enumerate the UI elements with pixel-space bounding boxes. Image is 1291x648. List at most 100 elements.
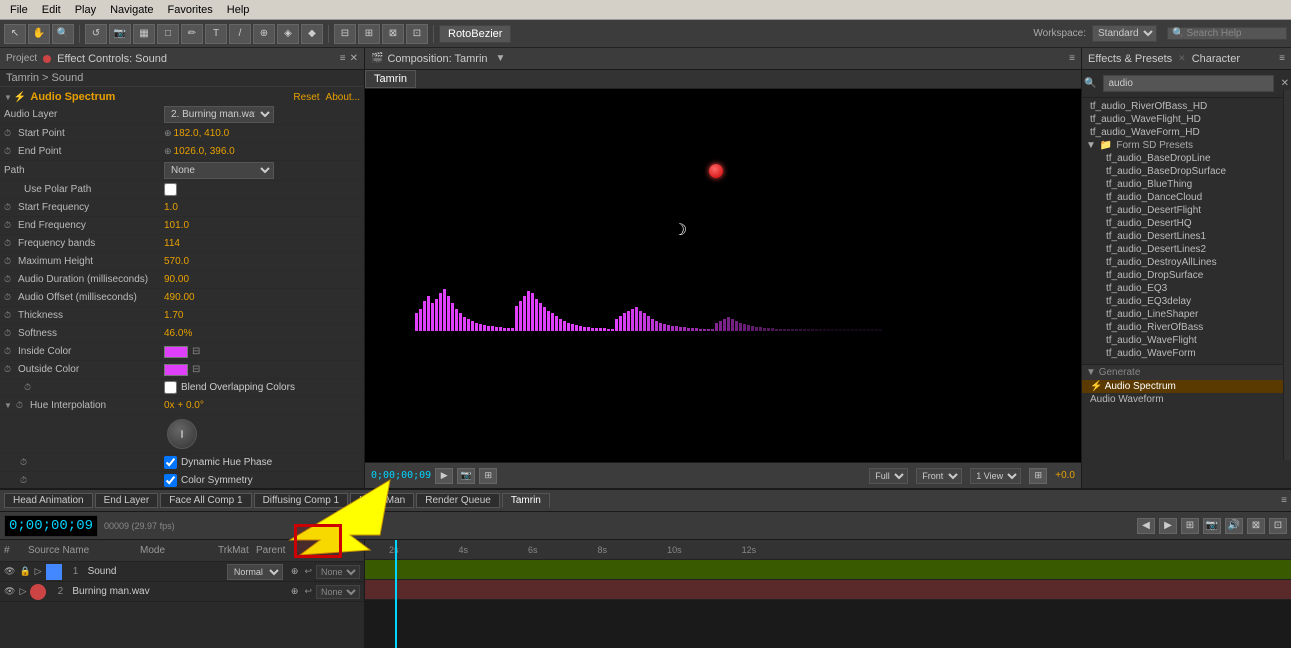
tree-item-5[interactable]: tf_audio_BaseDropSurface — [1082, 165, 1291, 178]
effect-controls-content[interactable]: ▼ ⚡ Audio Spectrum Reset About... Audio … — [0, 87, 364, 488]
tab-head-animation[interactable]: Head Animation — [4, 493, 93, 508]
timeline-play-btn[interactable]: ▶ — [1159, 518, 1177, 534]
tab-diffusing[interactable]: Diffusing Comp 1 — [254, 493, 349, 508]
timeline-tracks[interactable]: 2s 4s 6s 8s 10s 12s — [365, 540, 1291, 648]
quality-select[interactable]: Full — [869, 468, 908, 484]
timeline-ram-btn[interactable]: ⊞ — [1181, 518, 1199, 534]
comp-viewer[interactable]: ☽ — [365, 89, 1081, 462]
hand-tool[interactable]: ✋ — [28, 24, 50, 44]
softness-value[interactable]: 46.0% — [164, 328, 192, 339]
stopwatch-th[interactable]: ⏱ — [4, 310, 11, 321]
tab-render-queue[interactable]: Render Queue — [416, 493, 500, 508]
menu-edit[interactable]: Edit — [36, 2, 67, 18]
camera-tool[interactable]: 📷 — [109, 24, 131, 44]
stopwatch-ao[interactable]: ⏱ — [4, 292, 11, 303]
layer2-3d[interactable]: ⊕ — [291, 586, 299, 597]
stopwatch-ef[interactable]: ⏱ — [4, 220, 11, 231]
tab-end-layer[interactable]: End Layer — [95, 493, 159, 508]
playhead[interactable] — [395, 540, 397, 648]
tree-folder-form[interactable]: ▼ 📁 Form SD Presets — [1082, 139, 1291, 152]
tab-tamrin[interactable]: Tamrin — [502, 493, 550, 508]
tree-item-17[interactable]: tf_audio_RiverOfBass — [1082, 321, 1291, 334]
timeline-menu[interactable]: ≡ — [1281, 495, 1287, 506]
zoom-tool[interactable]: 🔍 — [52, 24, 74, 44]
stopwatch-dh[interactable]: ⏱ — [20, 457, 27, 468]
tree-item-7[interactable]: tf_audio_DanceCloud — [1082, 191, 1291, 204]
stopwatch-so[interactable]: ⏱ — [4, 328, 11, 339]
comp-camera[interactable]: 📷 — [457, 468, 475, 484]
stopwatch-start[interactable]: ⏱ — [4, 128, 11, 139]
pen-tool[interactable]: ✏ — [181, 24, 203, 44]
hue-knob[interactable] — [167, 419, 197, 449]
stopwatch-end[interactable]: ⏱ — [4, 146, 11, 157]
tree-item-20[interactable] — [1082, 360, 1291, 362]
align-btn2[interactable]: ⊞ — [358, 24, 380, 44]
layer1-lock[interactable]: 🔒 — [19, 566, 30, 577]
tree-item-13[interactable]: tf_audio_DropSurface — [1082, 269, 1291, 282]
panel-menu[interactable]: ≡ — [340, 53, 346, 64]
layer1-parent[interactable]: None — [316, 565, 360, 579]
tree-item-8[interactable]: tf_audio_DesertFlight — [1082, 204, 1291, 217]
stopwatch-ad[interactable]: ⏱ — [4, 274, 11, 285]
select-tool[interactable]: ↖ — [4, 24, 26, 44]
tree-item-9[interactable]: tf_audio_DesertHQ — [1082, 217, 1291, 230]
color-sym-checkbox[interactable] — [164, 474, 177, 487]
stopwatch-hi[interactable]: ⏱ — [16, 400, 23, 411]
text-tool[interactable]: T — [205, 24, 227, 44]
menu-favorites[interactable]: Favorites — [162, 2, 219, 18]
layer1-eye[interactable]: 👁 — [4, 566, 15, 577]
audio-offset-value[interactable]: 490.00 — [164, 292, 195, 303]
clone-tool[interactable]: ⊕ — [253, 24, 275, 44]
comp-menu[interactable]: ▼ — [496, 53, 506, 64]
stopwatch-bl[interactable]: ⏱ — [24, 382, 31, 393]
stopwatch-cs[interactable]: ⏱ — [20, 475, 27, 486]
tab-face-all-comp[interactable]: Face All Comp 1 — [160, 493, 251, 508]
rect-tool[interactable]: □ — [157, 24, 179, 44]
hue-interp-value[interactable]: 0x + 0.0° — [164, 400, 204, 411]
align-btn[interactable]: ⊟ — [334, 24, 356, 44]
stopwatch-fb[interactable]: ⏱ — [4, 238, 11, 249]
presets-search-input[interactable] — [1103, 75, 1273, 92]
outside-color-swatch[interactable] — [164, 364, 188, 376]
tree-item-11[interactable]: tf_audio_DesertLines2 — [1082, 243, 1291, 256]
comp-tamrin-tab[interactable]: Tamrin — [365, 70, 416, 88]
search-clear[interactable]: ✕ — [1281, 78, 1289, 89]
menu-help[interactable]: Help — [221, 2, 256, 18]
layer2-eye[interactable]: 👁 — [4, 586, 15, 597]
stopwatch-ic[interactable]: ⏱ — [4, 346, 11, 357]
audio-spectrum-preset[interactable]: ⚡ Audio Spectrum — [1082, 380, 1291, 393]
layout-select[interactable]: 1 View — [970, 468, 1021, 484]
panel-close[interactable]: ✕ — [350, 53, 358, 64]
grid-tool[interactable]: ▦ — [133, 24, 155, 44]
tree-item-10[interactable]: tf_audio_DesertLines1 — [1082, 230, 1291, 243]
timeline-camera-btn[interactable]: 📷 — [1203, 518, 1221, 534]
menu-file[interactable]: File — [4, 2, 34, 18]
stopwatch-oc[interactable]: ⏱ — [4, 364, 11, 375]
layer2-parent[interactable]: None — [316, 585, 360, 599]
inside-color-swatch[interactable] — [164, 346, 188, 358]
menu-navigate[interactable]: Navigate — [104, 2, 159, 18]
tree-item-16[interactable]: tf_audio_LineShaper — [1082, 308, 1291, 321]
tree-item-14[interactable]: tf_audio_EQ3 — [1082, 282, 1291, 295]
track-sound[interactable] — [365, 560, 1291, 580]
tree-item-4[interactable]: tf_audio_BaseDropLine — [1082, 152, 1291, 165]
rotate-tool[interactable]: ↺ — [85, 24, 107, 44]
layer1-3d[interactable]: ⊕ — [291, 566, 299, 577]
timeline-grid-btn[interactable]: ⊠ — [1247, 518, 1265, 534]
character-tab[interactable]: Character — [1192, 53, 1240, 65]
eraser-tool[interactable]: ◈ — [277, 24, 299, 44]
tree-item-1[interactable]: tf_audio_WaveFlight_HD — [1082, 113, 1291, 126]
search-bar[interactable]: 🔍 Search Help — [1167, 27, 1287, 40]
tree-item-15[interactable]: tf_audio_EQ3delay — [1082, 295, 1291, 308]
reset-btn[interactable]: Reset — [293, 92, 319, 103]
hue-expand[interactable]: ▼ — [4, 401, 12, 410]
end-freq-value[interactable]: 101.0 — [164, 220, 189, 231]
inside-color-eyedropper[interactable]: ⊟ — [192, 346, 200, 357]
max-height-value[interactable]: 570.0 — [164, 256, 189, 267]
timeline-audio-btn[interactable]: 🔊 — [1225, 518, 1243, 534]
timeline-snap-btn[interactable]: ⊡ — [1269, 518, 1287, 534]
align-btn4[interactable]: ⊡ — [406, 24, 428, 44]
right-panel-menu[interactable]: ≡ — [1279, 53, 1285, 64]
start-point-value[interactable]: 182.0, 410.0 — [174, 128, 230, 139]
outside-color-eyedropper[interactable]: ⊟ — [192, 364, 200, 375]
